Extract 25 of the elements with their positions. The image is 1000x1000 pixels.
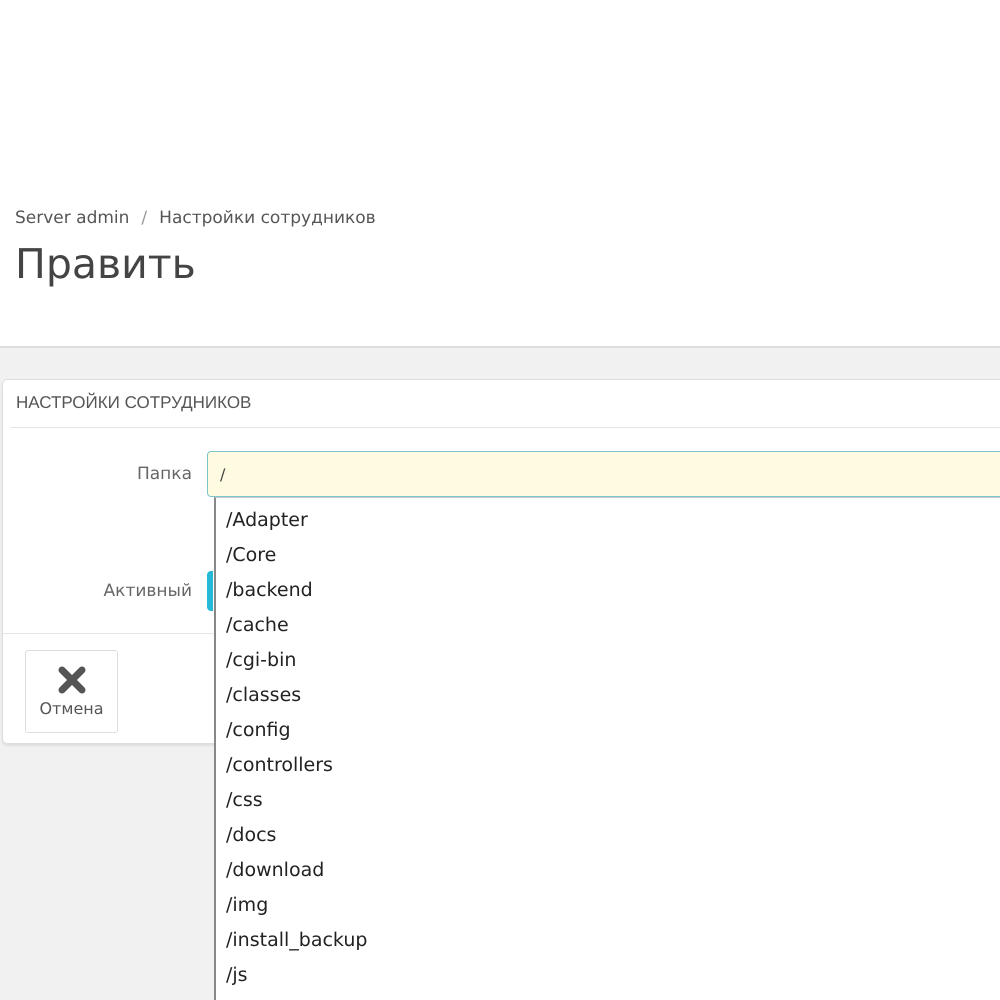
dropdown-option[interactable]: /js [226,958,1000,993]
breadcrumb-item[interactable]: Server admin [15,208,130,228]
panel-heading: НАСТРОЙКИ СОТРУДНИКОВ [10,380,1000,428]
dropdown-option[interactable]: /config [226,713,1000,748]
dropdown-option[interactable]: /classes [226,678,1000,713]
cancel-button[interactable]: Отмена [25,650,118,733]
dropdown-option[interactable]: /download [226,853,1000,888]
dropdown-option[interactable]: /css [226,783,1000,818]
dropdown-option[interactable]: /controllers [226,748,1000,783]
dropdown-option[interactable]: /Adapter [226,503,1000,538]
dropdown-option[interactable]: /img [226,888,1000,923]
field-label: Папка [136,464,192,484]
folder-input[interactable]: / [207,451,1000,497]
page-title: Править [15,240,197,288]
dropdown-option[interactable]: /docs [226,818,1000,853]
dropdown-option[interactable]: /cache [226,608,1000,643]
dropdown-option[interactable]: /cgi-bin [226,643,1000,678]
field-label: Активный [102,581,192,601]
breadcrumb-item: Настройки сотрудников [159,208,376,228]
breadcrumb-separator: / [141,208,148,228]
dropdown-option[interactable]: /Core [226,538,1000,573]
close-icon [56,665,86,695]
dropdown-option[interactable]: /backend [226,573,1000,608]
dropdown-option[interactable]: /install_backup [226,923,1000,958]
toggle-switch[interactable] [207,571,213,611]
